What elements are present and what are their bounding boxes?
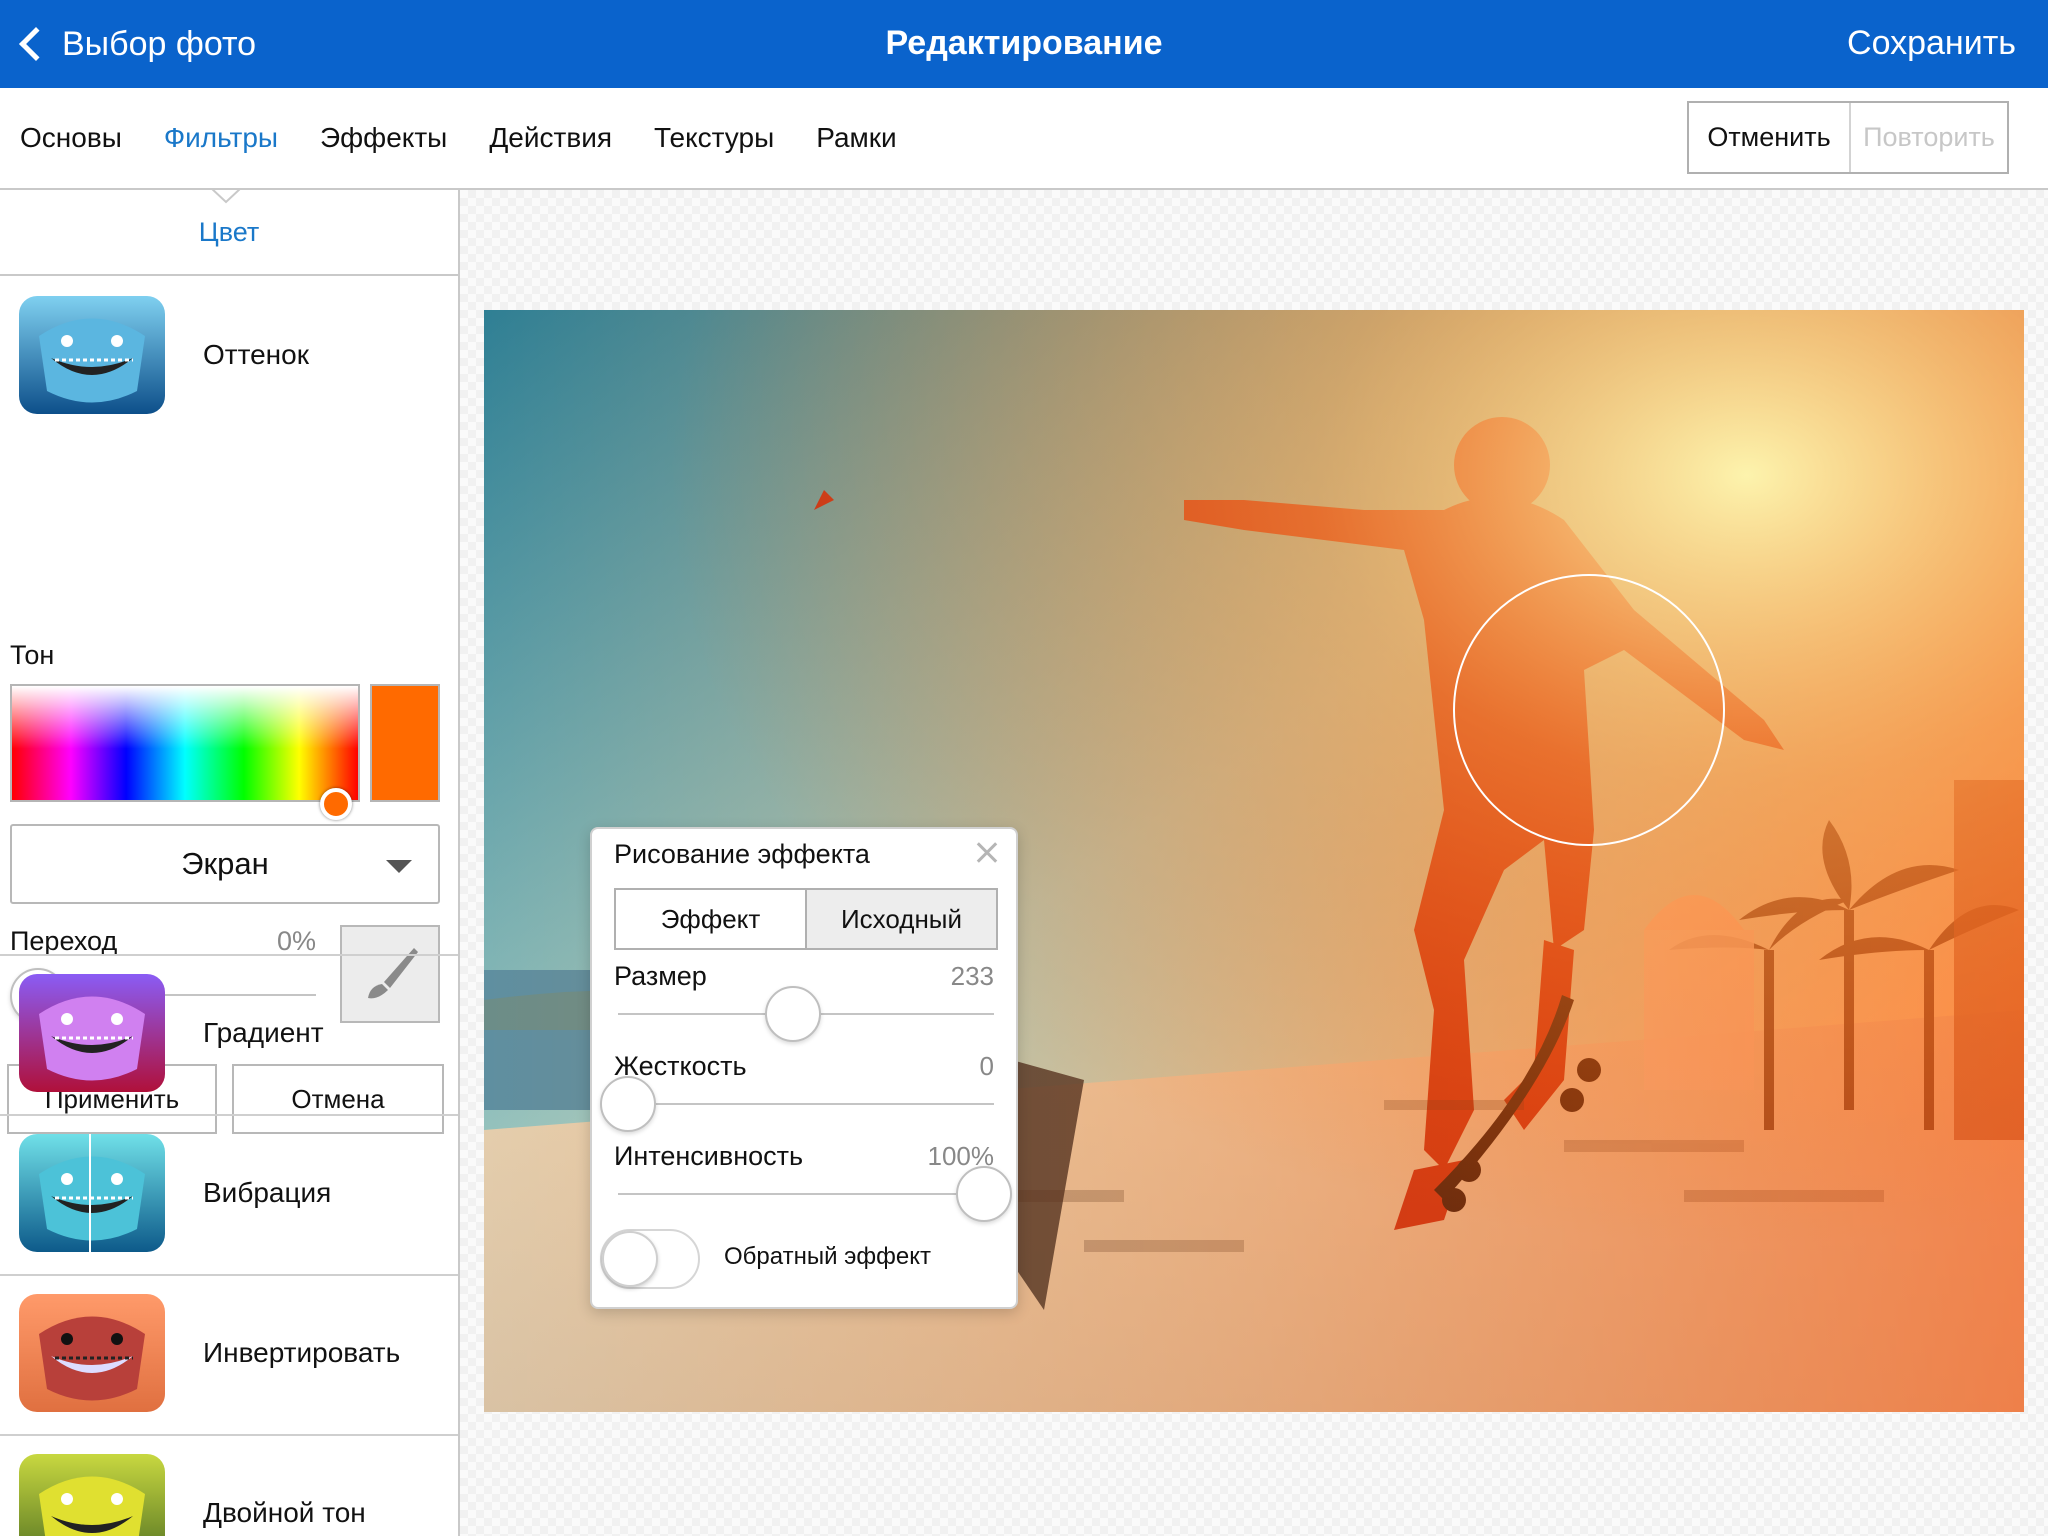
chevron-left-icon [19, 27, 53, 61]
hue-picker-handle[interactable] [320, 788, 352, 820]
filter-item-gradient[interactable]: Градиент [0, 973, 458, 1093]
tab-frames[interactable]: Рамки [816, 122, 896, 154]
tone-label: Тон [10, 640, 55, 670]
reverse-effect-label: Обратный эффект [724, 1243, 931, 1270]
tab-basics[interactable]: Основы [20, 122, 122, 154]
page-title: Редактирование [885, 24, 1163, 62]
segment-effect[interactable]: Эффект [616, 890, 805, 948]
divider [0, 1434, 458, 1436]
filter-panel: Цвет Оттенок Тон Экран Переход 0% Примен… [0, 190, 460, 1536]
tab-indicator-notch [211, 190, 241, 204]
size-value: 233 [950, 961, 994, 991]
filter-label-gradient: Градиент [203, 1017, 324, 1048]
hue-picker[interactable] [10, 684, 360, 802]
transition-label: Переход [10, 926, 118, 956]
tab-bar: Основы Фильтры Эффекты Действия Текстуры… [0, 88, 2048, 190]
dropdown-caret-icon [386, 860, 412, 873]
nav-bar: Выбор фото Редактирование Сохранить [0, 0, 2048, 88]
filter-item-invert[interactable]: Инвертировать [0, 1293, 458, 1413]
shark-vibrance-icon [19, 1134, 165, 1252]
hardness-slider-knob[interactable] [600, 1076, 656, 1132]
divider [0, 1114, 458, 1116]
divider [0, 954, 458, 956]
segment-original[interactable]: Исходный [805, 890, 996, 948]
popup-title: Рисование эффекта [614, 839, 870, 869]
transition-value: 0% [276, 926, 316, 956]
shark-invert-icon [19, 1294, 165, 1412]
tab-effects[interactable]: Эффекты [320, 122, 447, 154]
back-button-label: Выбор фото [62, 24, 257, 63]
hardness-value: 0 [979, 1051, 994, 1081]
toggle-knob [602, 1231, 658, 1287]
shark-gradient-icon [19, 974, 165, 1092]
filter-label-duotone: Двойной тон [203, 1497, 366, 1528]
size-label: Размер [614, 961, 707, 991]
filter-label-invert: Инвертировать [203, 1337, 401, 1368]
save-button[interactable]: Сохранить [1847, 24, 2016, 63]
filter-item-tint[interactable]: Оттенок [0, 295, 458, 415]
close-icon[interactable] [970, 835, 1006, 871]
blend-mode-value: Экран [181, 846, 269, 881]
effect-source-segmented-control: Эффект Исходный [614, 888, 998, 950]
shark-icon [19, 296, 165, 414]
history-controls: Отменить Повторить [1687, 101, 2009, 174]
tab-actions[interactable]: Действия [489, 122, 612, 154]
filter-item-duotone[interactable]: Двойной тон [0, 1453, 458, 1536]
hardness-slider-track[interactable] [618, 1103, 994, 1105]
undo-button[interactable]: Отменить [1689, 103, 1849, 172]
back-button[interactable]: Выбор фото [14, 18, 256, 70]
reverse-effect-toggle[interactable] [600, 1229, 700, 1289]
filter-item-vibrance[interactable]: Вибрация [0, 1133, 458, 1253]
size-slider-knob[interactable] [765, 986, 822, 1042]
intensity-label: Интенсивность [614, 1141, 804, 1171]
paint-effect-popup: Рисование эффекта Эффект Исходный Размер… [590, 827, 1018, 1309]
divider [0, 1274, 458, 1276]
selected-color-swatch [370, 684, 440, 802]
tabs: Основы Фильтры Эффекты Действия Текстуры… [0, 88, 919, 188]
filter-label-vibrance: Вибрация [203, 1177, 332, 1208]
filter-label-tint: Оттенок [203, 339, 309, 370]
intensity-slider-track[interactable] [618, 1193, 994, 1195]
tab-textures[interactable]: Текстуры [654, 122, 774, 154]
intensity-slider-knob[interactable] [956, 1166, 1012, 1222]
blend-mode-dropdown[interactable]: Экран [10, 824, 440, 904]
redo-button: Повторить [1849, 103, 2007, 172]
shark-duotone-icon [19, 1454, 165, 1536]
tab-filters[interactable]: Фильтры [164, 122, 278, 154]
